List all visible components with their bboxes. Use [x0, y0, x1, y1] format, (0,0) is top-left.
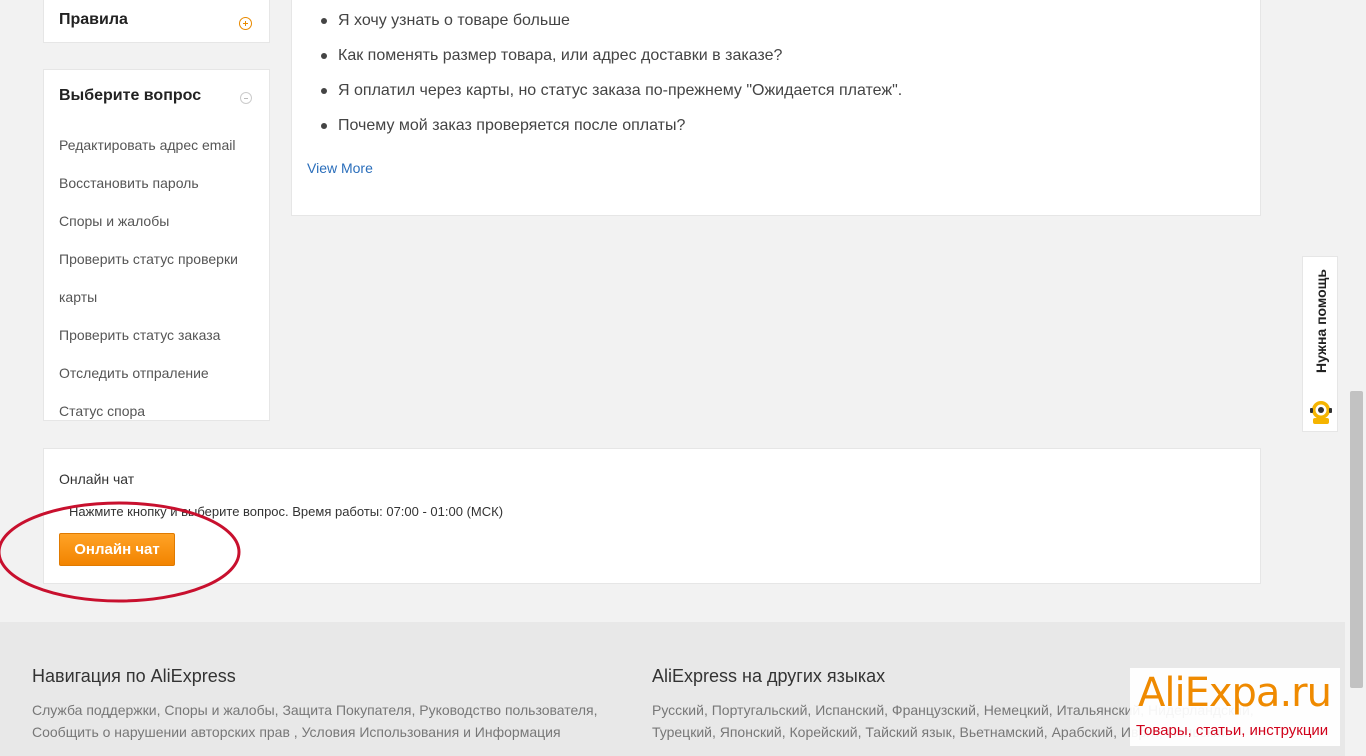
- faq-item[interactable]: Я оплатил через карты, но статус заказа …: [317, 73, 902, 108]
- question-link[interactable]: Споры и жалобы: [59, 202, 259, 240]
- rules-title[interactable]: Правила: [59, 11, 128, 29]
- question-link[interactable]: Проверить статус проверки карты: [59, 240, 259, 316]
- question-link[interactable]: Проверить статус заказа: [59, 316, 259, 354]
- question-section-title: Выберите вопрос: [59, 87, 202, 104]
- footer-nav-heading: Навигация по AliExpress: [32, 666, 236, 686]
- footer-navigation: Навигация по AliExpress Служба поддержки…: [32, 666, 612, 743]
- question-link[interactable]: Редактировать адрес email: [59, 126, 259, 164]
- robot-icon: [1310, 401, 1332, 424]
- rules-section[interactable]: Правила: [43, 0, 270, 43]
- view-more-link[interactable]: View More: [307, 160, 373, 176]
- faq-list: Я хочу узнать о товаре больше Как поменя…: [317, 3, 902, 143]
- collapse-minus-icon[interactable]: [240, 92, 252, 104]
- expand-plus-icon[interactable]: [239, 17, 252, 30]
- faq-item[interactable]: Я хочу узнать о товаре больше: [317, 3, 902, 38]
- question-list: Редактировать адрес email Восстановить п…: [59, 126, 259, 430]
- footer-nav-links[interactable]: Служба поддержки, Споры и жалобы, Защита…: [32, 699, 612, 743]
- faq-item[interactable]: Почему мой заказ проверяется после оплат…: [317, 108, 902, 143]
- highlight-ellipse: [0, 501, 241, 603]
- faq-section: Я хочу узнать о товаре больше Как поменя…: [291, 0, 1261, 216]
- question-link[interactable]: Восстановить пароль: [59, 164, 259, 202]
- question-link[interactable]: Отследить отпраление: [59, 354, 259, 392]
- scrollbar-thumb[interactable]: [1350, 391, 1363, 688]
- watermark-logo: AliExpa.ru: [1138, 670, 1332, 716]
- faq-item[interactable]: Как поменять размер товара, или адрес до…: [317, 38, 902, 73]
- watermark-tagline: Товары, статьи, инструкции: [1136, 722, 1329, 739]
- question-link[interactable]: Статус спора: [59, 392, 259, 430]
- online-chat-title: Онлайн чат: [59, 471, 135, 487]
- question-section: Выберите вопрос Редактировать адрес emai…: [43, 69, 270, 421]
- help-tab[interactable]: Нужна помощь: [1302, 256, 1338, 432]
- watermark: AliExpa.ru Товары, статьи, инструкции: [1130, 668, 1340, 746]
- help-tab-label: Нужна помощь: [1313, 268, 1329, 374]
